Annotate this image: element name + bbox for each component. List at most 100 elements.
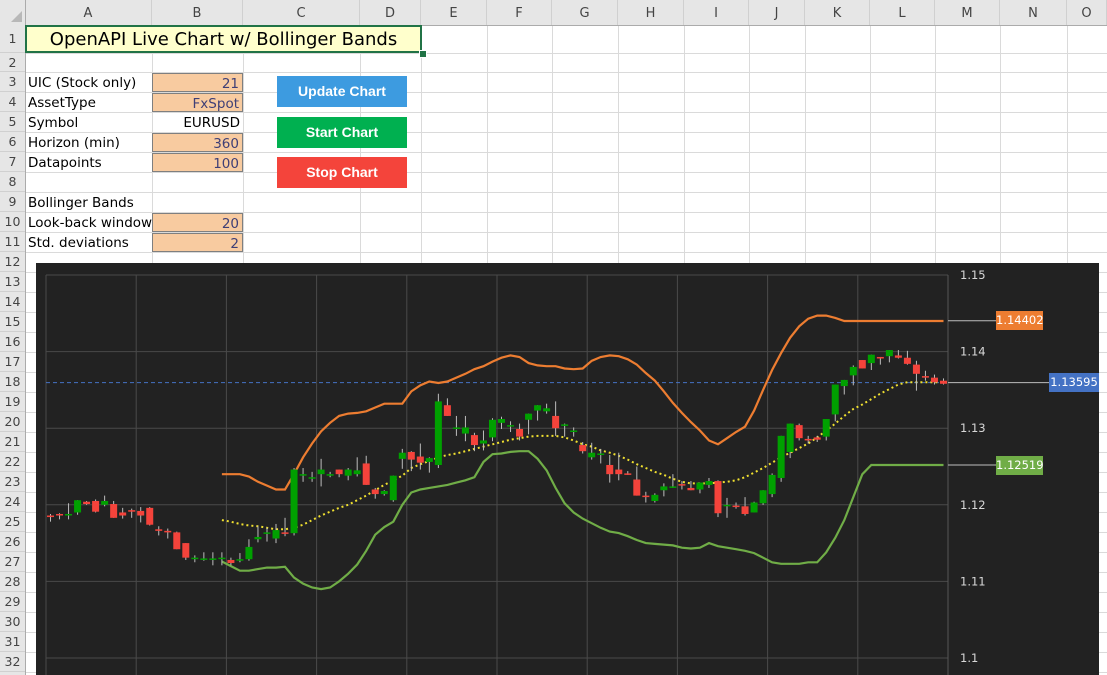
param-value-uic-stock-only[interactable]: 21 [152,73,243,92]
param-value-std-deviations[interactable]: 2 [152,233,243,252]
row-header-14[interactable]: 14 [0,292,25,312]
candle-body [173,532,181,550]
row-header-3[interactable]: 3 [0,72,25,92]
candle-body [380,491,388,495]
candle-body [389,475,397,501]
column-header-d[interactable]: D [360,0,421,25]
candle-body [416,456,424,463]
candle-body [92,500,100,512]
candle-body [344,469,352,476]
row-header-30[interactable]: 30 [0,612,25,632]
candle-body [561,424,569,426]
row-header-6[interactable]: 6 [0,132,25,152]
row-header-20[interactable]: 20 [0,412,25,432]
column-header-bar: ABCDEFGHIJKLMNO [0,0,1107,26]
price-tag-upper: 1.14402 [996,311,1044,331]
candle-body [200,558,208,560]
candle-body [804,438,812,441]
column-header-h[interactable]: H [618,0,684,25]
row-header-19[interactable]: 19 [0,392,25,412]
row-header-2[interactable]: 2 [0,53,25,72]
candle-body [579,445,587,452]
column-header-e[interactable]: E [421,0,487,25]
column-header-k[interactable]: K [805,0,870,25]
candle-body [885,350,893,357]
candlestick-chart[interactable]: 1.15 1.14 1.13 1.12 1.11 1.1 1.14402 1.13595 1.… [36,263,1099,675]
sheet-title[interactable]: OpenAPI Live Chart w/ Bollinger Bands [25,25,422,53]
candle-body [831,384,839,415]
column-header-i[interactable]: I [684,0,749,25]
row-header-10[interactable]: 10 [0,212,25,232]
candle-body [47,515,55,518]
row-header-21[interactable]: 21 [0,432,25,452]
row-header-8[interactable]: 8 [0,172,25,192]
y-tick-label: 1.12 [960,498,986,512]
column-header-c[interactable]: C [243,0,360,25]
row-header-18[interactable]: 18 [0,372,25,392]
param-value-assettype[interactable]: FxSpot [152,93,243,112]
param-value-look-back-window[interactable]: 20 [152,213,243,232]
row-header-28[interactable]: 28 [0,572,25,592]
row-header-23[interactable]: 23 [0,472,25,492]
param-value-horizon-min[interactable]: 360 [152,133,243,152]
candle-body [164,530,172,533]
candle-body [236,559,244,561]
candle-body [470,435,478,446]
candle-body [912,364,920,374]
row-header-4[interactable]: 4 [0,92,25,112]
price-tag-lower: 1.12519 [996,455,1044,475]
row-header-9[interactable]: 9 [0,192,25,212]
update-chart-button[interactable]: Update Chart [277,76,407,107]
column-header-l[interactable]: L [870,0,935,25]
row-header-7[interactable]: 7 [0,152,25,172]
column-header-b[interactable]: B [152,0,243,25]
row-header-32[interactable]: 32 [0,652,25,672]
candle-body [398,452,406,459]
column-header-f[interactable]: F [487,0,552,25]
row-header-25[interactable]: 25 [0,512,25,532]
column-header-n[interactable]: N [1000,0,1067,25]
row-header-22[interactable]: 22 [0,452,25,472]
row-header-27[interactable]: 27 [0,552,25,572]
row-header-1[interactable]: 1 [0,25,25,53]
candle-body [452,427,460,429]
row-header-26[interactable]: 26 [0,532,25,552]
row-header-31[interactable]: 31 [0,632,25,652]
param-value-symbol[interactable]: EURUSD [152,113,243,132]
candle-body [552,415,560,429]
row-header-16[interactable]: 16 [0,332,25,352]
candle-body [425,458,433,462]
param-value-datapoints[interactable]: 100 [152,153,243,172]
select-all-button[interactable] [0,0,26,25]
stop-chart-button[interactable]: Stop Chart [277,157,407,188]
candle-body [669,486,677,488]
candle-body [191,557,199,560]
column-header-j[interactable]: J [749,0,805,25]
candle-body [227,559,235,564]
fill-handle[interactable] [419,50,427,58]
row-header-15[interactable]: 15 [0,312,25,332]
column-header-m[interactable]: M [935,0,1000,25]
candle-body [155,529,163,531]
row-header-29[interactable]: 29 [0,592,25,612]
candle-body [795,425,803,439]
candle-body [876,356,884,359]
column-header-g[interactable]: G [552,0,618,25]
candle-body [858,360,866,369]
candle-body [525,413,533,420]
start-chart-button[interactable]: Start Chart [277,117,407,148]
row-header-13[interactable]: 13 [0,272,25,292]
column-header-o[interactable]: O [1067,0,1107,25]
row-header-17[interactable]: 17 [0,352,25,372]
row-header-11[interactable]: 11 [0,232,25,252]
candle-body [308,477,316,479]
candle-body [461,427,469,434]
row-header-24[interactable]: 24 [0,492,25,512]
row-header-5[interactable]: 5 [0,112,25,132]
price-tag-last: 1.13595 [1049,373,1099,393]
candle-body [678,484,686,486]
row-header-12[interactable]: 12 [0,252,25,272]
candle-body [588,452,596,458]
candle-body [642,495,650,498]
column-header-a[interactable]: A [25,0,152,25]
